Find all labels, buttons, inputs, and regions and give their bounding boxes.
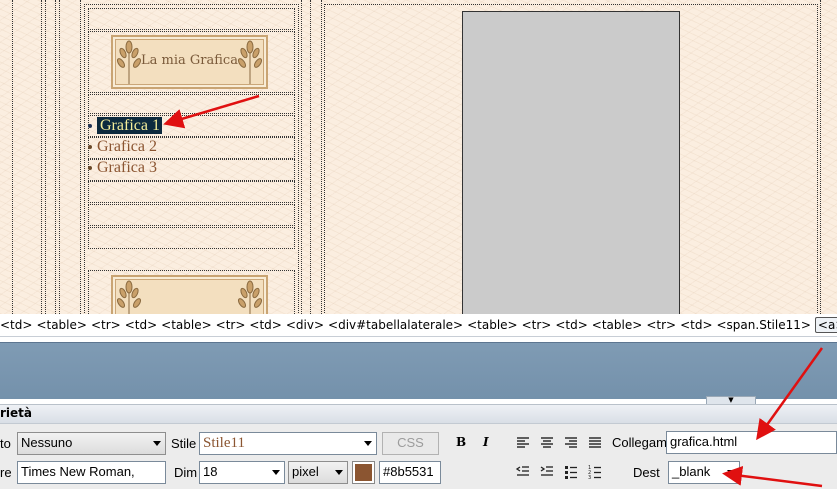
align-right-icon[interactable] (563, 435, 579, 451)
nav-link-label: Grafica 2 (97, 138, 157, 155)
tag-item[interactable]: <tr> (646, 318, 676, 332)
link-value: grafica.html (670, 434, 738, 449)
properties-title: rietà (0, 406, 33, 420)
wheat-icon (237, 40, 263, 84)
nav-link-grafica-3[interactable]: Grafica 3 (88, 158, 157, 177)
design-view[interactable]: La mia Grafica Grafica 1 Grafica 2 Grafi… (0, 0, 837, 314)
tag-item[interactable]: <td> (680, 318, 712, 332)
tag-item[interactable]: <tr> (216, 318, 246, 332)
target-select[interactable]: _blank (668, 461, 740, 484)
sidebar-cell (88, 227, 295, 249)
content-placeholder (462, 11, 680, 314)
bold-button[interactable]: B (456, 435, 466, 449)
tag-selector: <td> <table> <tr> <td> <table> <tr> <td> <div> <… (0, 314, 837, 336)
color-hex-value: #8b5531 (383, 464, 434, 479)
unit-select[interactable]: pixel (288, 461, 348, 484)
indent-icon[interactable] (539, 464, 555, 480)
unit-value: pixel (292, 464, 319, 479)
font-value: Times New Roman, (21, 464, 135, 479)
tag-item[interactable]: <span.Stile11> (717, 318, 811, 332)
italic-button[interactable]: I (483, 435, 489, 449)
properties-panel-header[interactable]: rietà (0, 405, 837, 424)
format-label: to (0, 436, 11, 451)
css-button[interactable]: CSS (382, 432, 439, 455)
tag-item[interactable]: <td> (249, 318, 281, 332)
chevron-down-icon (153, 441, 161, 446)
tag-item[interactable]: <table> (467, 318, 518, 332)
sidebar-cell (88, 8, 295, 30)
table-border (321, 0, 322, 314)
sidebar-cell (88, 94, 295, 114)
nav-link-grafica-1[interactable]: Grafica 1 (88, 116, 162, 135)
wheat-icon (237, 280, 263, 314)
logo-banner-bottom (111, 275, 268, 314)
font-label: re (0, 465, 12, 480)
nav-link-label: Grafica 3 (97, 159, 157, 176)
table-border (59, 0, 60, 314)
bullet-icon (88, 166, 92, 170)
color-swatch (355, 464, 372, 481)
table-border (45, 0, 46, 314)
tag-item[interactable]: <table> (161, 318, 212, 332)
chevron-down-icon (364, 441, 372, 446)
table-border (820, 0, 821, 314)
size-select[interactable]: 18 (199, 461, 285, 484)
ordered-list-icon[interactable]: 123 (587, 464, 603, 481)
font-select[interactable]: Times New Roman, (17, 461, 166, 484)
tag-item[interactable]: <table> (592, 318, 643, 332)
nav-link-grafica-2[interactable]: Grafica 2 (88, 137, 157, 156)
tag-item-current[interactable]: <a> (814, 317, 837, 333)
chevron-down-icon (335, 470, 343, 475)
tag-item[interactable]: <tr> (91, 318, 121, 332)
table-border (310, 0, 311, 314)
align-center-icon[interactable] (539, 435, 555, 451)
style-select[interactable]: Stile11 (199, 432, 377, 455)
tag-item[interactable]: <td> (0, 318, 32, 332)
tag-item[interactable]: <div#tabellalaterale> (328, 318, 463, 332)
target-value: _blank (672, 464, 711, 479)
style-label: Stile (171, 436, 197, 451)
unordered-list-icon[interactable] (563, 464, 579, 480)
wheat-icon (116, 280, 142, 314)
target-label: Dest (633, 465, 660, 480)
logo-banner: La mia Grafica (111, 35, 268, 89)
size-value: 18 (203, 464, 218, 479)
panel-area (0, 342, 837, 399)
tag-item[interactable]: <td> (125, 318, 157, 332)
tag-item[interactable]: <table> (36, 318, 87, 332)
outdent-icon[interactable] (515, 464, 531, 480)
format-select[interactable]: Nessuno (17, 432, 166, 455)
size-label: Dim (174, 465, 198, 480)
chevron-down-icon (727, 470, 735, 475)
color-picker-button[interactable] (352, 461, 375, 484)
table-border (301, 0, 302, 314)
table-border (41, 0, 42, 314)
bullet-icon (88, 124, 92, 128)
tag-item[interactable]: <div> (286, 318, 324, 332)
tag-item[interactable]: <td> (555, 318, 587, 332)
color-hex-input[interactable]: #8b5531 (379, 461, 441, 484)
svg-text:3: 3 (588, 475, 591, 480)
table-border (55, 0, 56, 314)
style-value: Stile11 (203, 435, 245, 451)
table-border (12, 0, 13, 314)
sidebar-cell (88, 204, 295, 226)
table-border (80, 0, 81, 314)
link-input[interactable]: grafica.html (666, 431, 837, 454)
sidebar-cell (88, 181, 295, 203)
align-justify-icon[interactable] (587, 435, 603, 451)
bullet-icon (88, 145, 92, 149)
link-label: Collegam (612, 435, 667, 450)
tag-item[interactable]: <tr> (522, 318, 552, 332)
format-value: Nessuno (21, 435, 73, 450)
chevron-down-icon (272, 470, 280, 475)
nav-link-label: Grafica 1 (97, 117, 162, 134)
align-left-icon[interactable] (515, 435, 531, 451)
